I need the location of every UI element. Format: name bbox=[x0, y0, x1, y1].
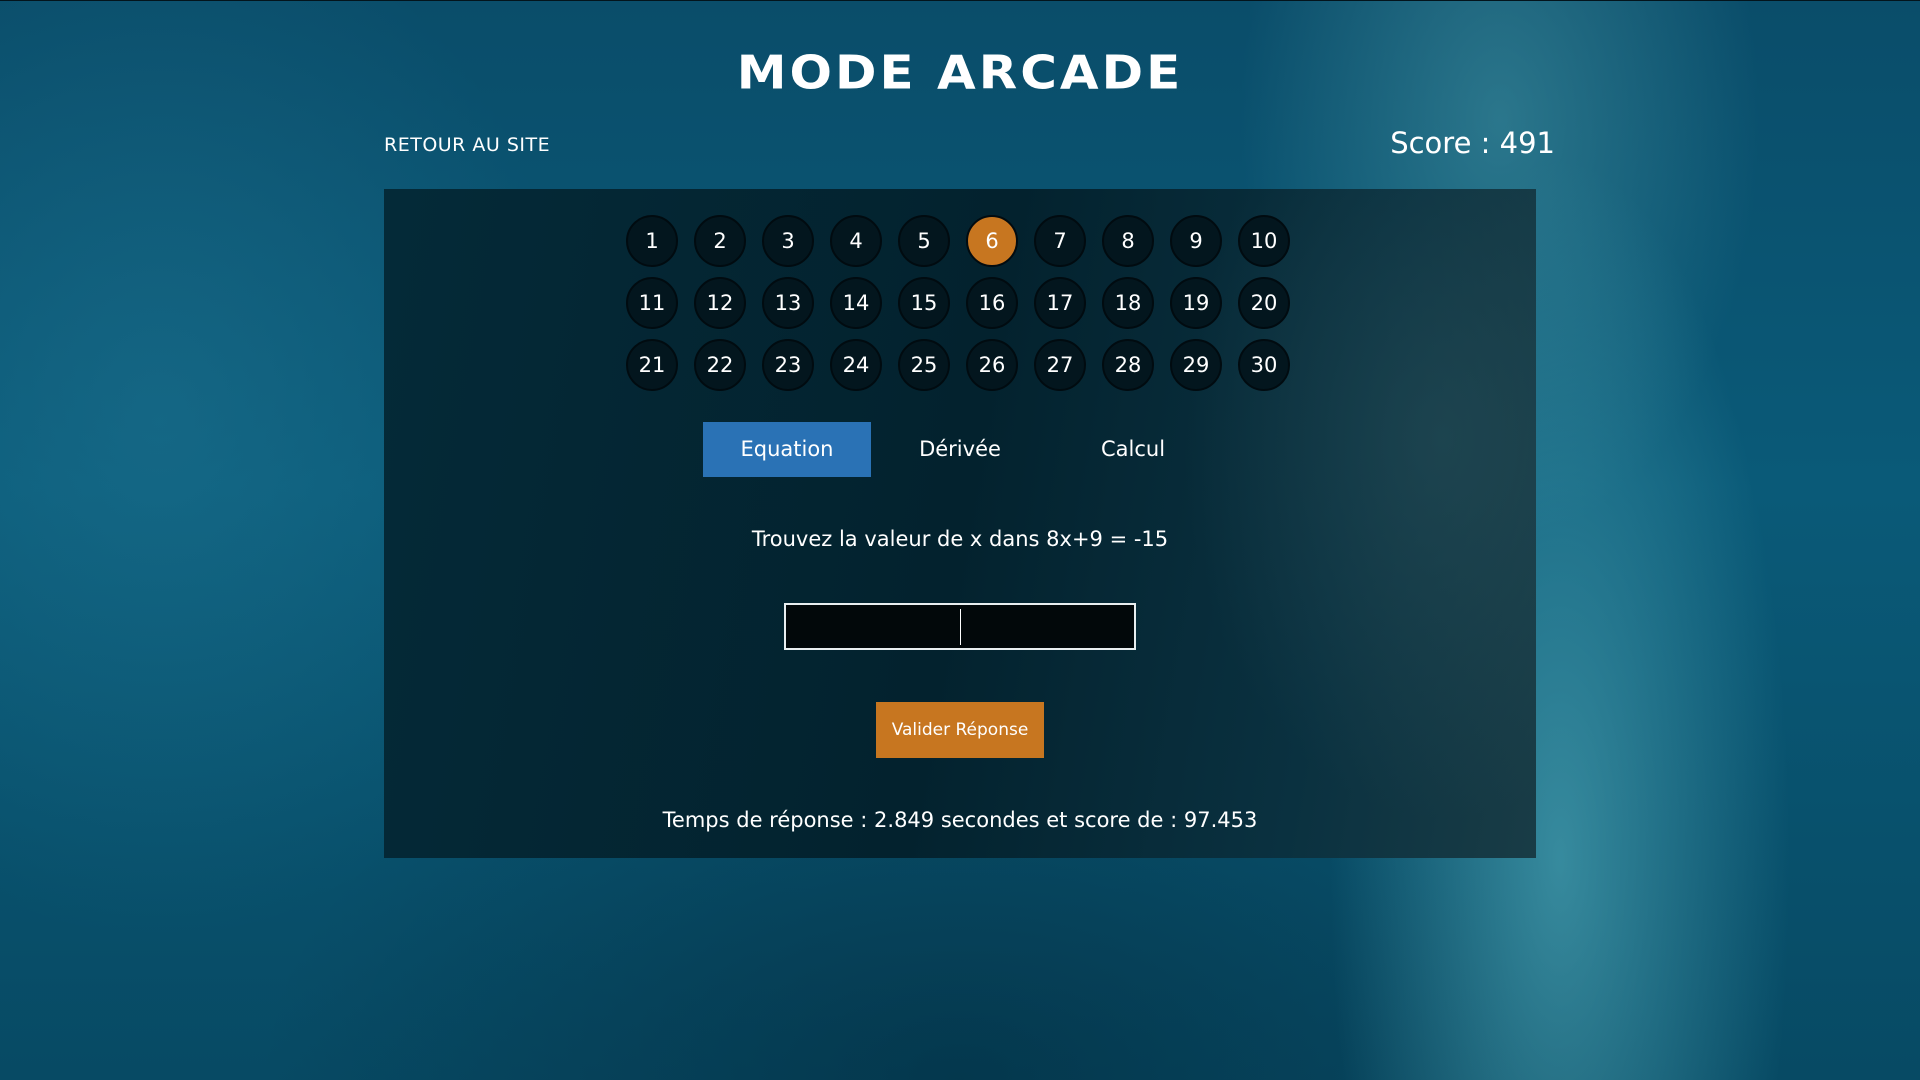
level-button-4[interactable]: 4 bbox=[830, 215, 882, 267]
tab-equation[interactable]: Equation bbox=[703, 422, 871, 477]
level-button-16[interactable]: 16 bbox=[966, 277, 1018, 329]
level-button-5[interactable]: 5 bbox=[898, 215, 950, 267]
game-panel: 1 2 3 4 5 6 7 8 9 10 11 12 13 14 15 16 1… bbox=[384, 189, 1536, 858]
level-button-1[interactable]: 1 bbox=[626, 215, 678, 267]
level-button-12[interactable]: 12 bbox=[694, 277, 746, 329]
tab-derivee[interactable]: Dérivée bbox=[876, 422, 1044, 477]
level-button-9[interactable]: 9 bbox=[1170, 215, 1222, 267]
submit-answer-button[interactable]: Valider Réponse bbox=[876, 702, 1044, 758]
level-button-14[interactable]: 14 bbox=[830, 277, 882, 329]
level-button-3[interactable]: 3 bbox=[762, 215, 814, 267]
level-button-13[interactable]: 13 bbox=[762, 277, 814, 329]
level-button-25[interactable]: 25 bbox=[898, 339, 950, 391]
level-button-19[interactable]: 19 bbox=[1170, 277, 1222, 329]
level-button-26[interactable]: 26 bbox=[966, 339, 1018, 391]
level-button-2[interactable]: 2 bbox=[694, 215, 746, 267]
level-button-28[interactable]: 28 bbox=[1102, 339, 1154, 391]
level-button-10[interactable]: 10 bbox=[1238, 215, 1290, 267]
level-button-29[interactable]: 29 bbox=[1170, 339, 1222, 391]
level-button-24[interactable]: 24 bbox=[830, 339, 882, 391]
level-button-8[interactable]: 8 bbox=[1102, 215, 1154, 267]
level-button-7[interactable]: 7 bbox=[1034, 215, 1086, 267]
score-display: Score : 491 bbox=[1390, 126, 1555, 160]
page-title: MODE ARCADE bbox=[736, 46, 1184, 100]
level-button-20[interactable]: 20 bbox=[1238, 277, 1290, 329]
back-to-site-link[interactable]: RETOUR AU SITE bbox=[384, 134, 550, 156]
question-text: Trouvez la valeur de x dans 8x+9 = -15 bbox=[751, 527, 1169, 551]
level-button-15[interactable]: 15 bbox=[898, 277, 950, 329]
level-button-18[interactable]: 18 bbox=[1102, 277, 1154, 329]
level-button-17[interactable]: 17 bbox=[1034, 277, 1086, 329]
level-button-6[interactable]: 6 bbox=[966, 215, 1018, 267]
level-button-21[interactable]: 21 bbox=[626, 339, 678, 391]
top-border bbox=[0, 0, 1920, 1]
level-button-22[interactable]: 22 bbox=[694, 339, 746, 391]
tab-calcul[interactable]: Calcul bbox=[1049, 422, 1217, 477]
level-button-27[interactable]: 27 bbox=[1034, 339, 1086, 391]
response-time-result: Temps de réponse : 2.849 secondes et sco… bbox=[662, 808, 1258, 832]
level-button-11[interactable]: 11 bbox=[626, 277, 678, 329]
level-button-23[interactable]: 23 bbox=[762, 339, 814, 391]
text-caret bbox=[960, 609, 961, 645]
level-button-30[interactable]: 30 bbox=[1238, 339, 1290, 391]
